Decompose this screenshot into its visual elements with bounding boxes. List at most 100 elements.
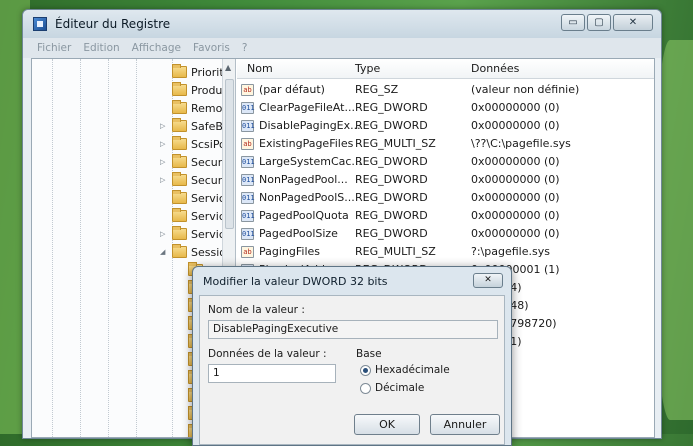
hex-radio-option[interactable]: Hexadécimale <box>360 364 450 376</box>
folder-icon <box>172 100 187 114</box>
tree-expander-icon[interactable]: ▷ <box>160 158 165 166</box>
scroll-up-arrow-icon[interactable]: ▲ <box>225 63 231 72</box>
value-name-label: Nom de la valeur : <box>208 304 305 316</box>
value-type-cell: REG_DWORD <box>355 155 428 168</box>
value-data-cell: 0x00000000 (0) <box>471 119 560 132</box>
value-name-cell: PagingFiles <box>259 245 321 258</box>
ok-button[interactable]: OK <box>354 414 420 435</box>
value-name-cell: NonPagedPool... <box>259 173 348 186</box>
dec-radio-option[interactable]: Décimale <box>360 382 424 394</box>
value-type-cell: REG_DWORD <box>355 191 428 204</box>
dec-radio-label: Décimale <box>375 382 425 394</box>
menu-bar: Fichier Edition Affichage Favoris ? <box>23 38 661 58</box>
folder-icon <box>172 226 187 240</box>
value-row[interactable]: ab PagingFiles REG_MULTI_SZ ?:\pagefile.sys <box>237 243 654 261</box>
value-type-cell: REG_SZ <box>355 83 399 96</box>
tree-guide-line <box>80 59 81 437</box>
value-row[interactable]: 011 PagedPoolSize REG_DWORD 0x00000000 (0) <box>237 225 654 243</box>
value-type-cell: REG_DWORD <box>355 119 428 132</box>
binary-value-icon: 011 <box>241 192 255 204</box>
value-type-cell: REG_DWORD <box>355 209 428 222</box>
value-data-cell: (valeur non définie) <box>471 83 580 96</box>
value-data-cell: 0x00000000 (0) <box>471 209 560 222</box>
cancel-button[interactable]: Annuler <box>430 414 500 435</box>
value-row[interactable]: ab (par défaut) REG_SZ (valeur non définie) <box>237 81 654 99</box>
tree-guide-line <box>52 59 53 437</box>
tree-guide-line <box>108 59 109 437</box>
edit-dword-dialog: Modifier la valeur DWORD 32 bits ✕ Nom d… <box>192 266 512 446</box>
value-row[interactable]: ab ExistingPageFiles REG_MULTI_SZ \??\C:\pa… <box>237 135 654 153</box>
window-controls: ▭ ▢ ✕ <box>561 14 653 31</box>
value-row[interactable]: 011 PagedPoolQuota REG_DWORD 0x00000000 (0) <box>237 207 654 225</box>
value-type-cell: REG_DWORD <box>355 173 428 186</box>
column-header-name[interactable]: Nom <box>247 62 273 75</box>
window-title: Éditeur du Registre <box>55 17 171 31</box>
base-group-label: Base <box>356 348 382 360</box>
tree-expander-icon[interactable]: ◢ <box>160 248 165 256</box>
folder-icon <box>172 136 187 150</box>
value-data-input[interactable]: 1 <box>208 364 336 383</box>
value-data-cell: 0x00000000 (0) <box>471 101 560 114</box>
tree-expander-icon[interactable]: ▷ <box>160 230 165 238</box>
binary-value-icon: 011 <box>241 228 255 240</box>
value-name-cell: (par défaut) <box>259 83 325 96</box>
maximize-button[interactable]: ▢ <box>587 14 611 31</box>
binary-value-icon: 011 <box>241 156 255 168</box>
menu-edition[interactable]: Edition <box>83 42 119 54</box>
folder-icon <box>172 118 187 132</box>
folder-icon <box>172 154 187 168</box>
hex-radio-icon[interactable] <box>360 364 371 376</box>
value-name-cell: PagedPoolSize <box>259 227 338 240</box>
column-header-type[interactable]: Type <box>355 62 380 75</box>
value-data-cell: 0x00000000 (0) <box>471 155 560 168</box>
registry-app-icon <box>33 17 47 31</box>
value-data-cell: 0x00000000 (0) <box>471 173 560 186</box>
value-type-cell: REG_DWORD <box>355 227 428 240</box>
value-type-cell: REG_DWORD <box>355 101 428 114</box>
value-row[interactable]: 011 ClearPageFileAt... REG_DWORD 0x00000000… <box>237 99 654 117</box>
binary-value-icon: 011 <box>241 174 255 186</box>
value-data-cell: 0x00000000 (0) <box>471 191 560 204</box>
dialog-title: Modifier la valeur DWORD 32 bits <box>203 275 388 288</box>
value-data-cell: \??\C:\pagefile.sys <box>471 137 571 150</box>
value-type-cell: REG_MULTI_SZ <box>355 137 436 150</box>
folder-icon <box>172 244 187 258</box>
value-name-cell: ExistingPageFiles <box>259 137 354 150</box>
value-name-cell: NonPagedPoolS... <box>259 191 355 204</box>
dialog-body: Nom de la valeur : DisablePagingExecutiv… <box>199 295 505 445</box>
value-name-cell: PagedPoolQuota <box>259 209 349 222</box>
minimize-button[interactable]: ▭ <box>561 14 585 31</box>
value-name-cell: LargeSystemCac... <box>259 155 362 168</box>
close-button[interactable]: ✕ <box>613 14 653 31</box>
menu-fichier[interactable]: Fichier <box>37 42 71 54</box>
menu-favoris[interactable]: Favoris <box>193 42 230 54</box>
dialog-close-button[interactable]: ✕ <box>473 273 503 288</box>
scroll-thumb[interactable] <box>225 79 234 229</box>
menu-help[interactable]: ? <box>242 42 248 54</box>
tree-expander-icon[interactable]: ▷ <box>160 140 165 148</box>
folder-icon <box>172 208 187 222</box>
tree-expander-icon[interactable]: ▷ <box>160 122 165 130</box>
binary-value-icon: 011 <box>241 210 255 222</box>
folder-icon <box>172 82 187 96</box>
binary-value-icon: 011 <box>241 120 255 132</box>
folder-icon <box>172 190 187 204</box>
value-data-cell: 0x00000000 (0) <box>471 227 560 240</box>
tree-expander-icon[interactable]: ▷ <box>160 176 165 184</box>
string-value-icon: ab <box>241 138 254 150</box>
folder-icon <box>172 172 187 186</box>
value-row[interactable]: 011 NonPagedPoolS... REG_DWORD 0x00000000 (… <box>237 189 654 207</box>
menu-affichage[interactable]: Affichage <box>132 42 181 54</box>
value-row[interactable]: 011 LargeSystemCac... REG_DWORD 0x00000000 … <box>237 153 654 171</box>
value-name-cell: ClearPageFileAt... <box>259 101 355 114</box>
column-header-data[interactable]: Données <box>471 62 519 75</box>
value-data-label: Données de la valeur : <box>208 348 327 360</box>
value-name-field[interactable]: DisablePagingExecutive <box>208 320 498 339</box>
value-type-cell: REG_MULTI_SZ <box>355 245 436 258</box>
folder-icon <box>172 64 187 78</box>
value-row[interactable]: 011 NonPagedPool... REG_DWORD 0x00000000 (0… <box>237 171 654 189</box>
title-bar: Éditeur du Registre ▭ ▢ ✕ <box>23 10 661 38</box>
string-value-icon: ab <box>241 246 254 258</box>
dec-radio-icon[interactable] <box>360 382 371 394</box>
value-row[interactable]: 011 DisablePagingEx... REG_DWORD 0x00000000… <box>237 117 654 135</box>
